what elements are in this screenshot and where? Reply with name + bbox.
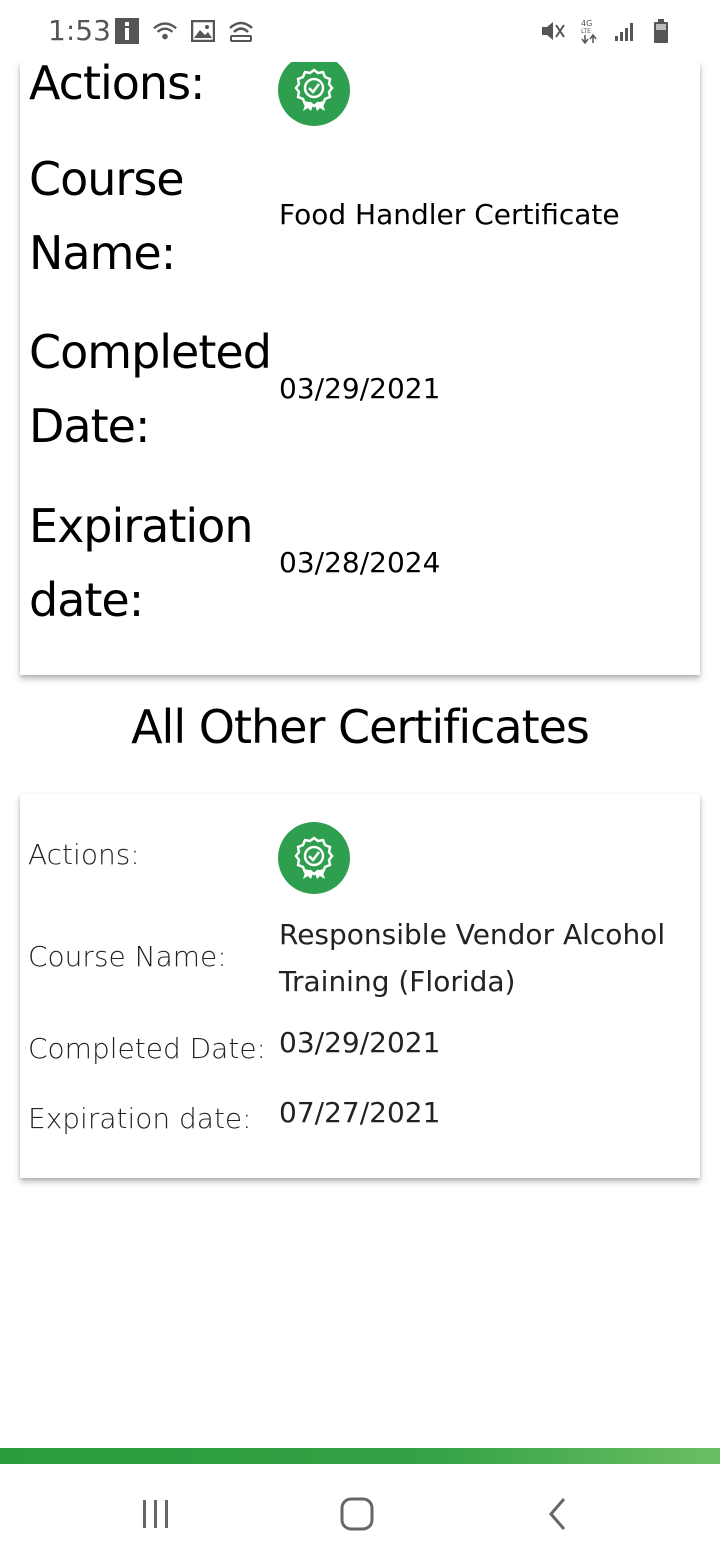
expiration-date-value: 03/28/2024: [279, 546, 441, 579]
home-icon: [340, 1497, 374, 1531]
4g-lte-icon: 4G LTE: [576, 18, 602, 44]
course-name-label-line2: Name:: [29, 226, 176, 280]
status-bar: 1:53 4G LTE: [0, 0, 720, 62]
back-button[interactable]: [528, 1484, 588, 1544]
certificate-ribbon-icon: [294, 836, 334, 879]
status-icons-left: [114, 18, 254, 44]
course-name-value: Food Handler Certificate: [279, 198, 620, 231]
navigation-bar: [0, 1464, 720, 1560]
image-icon: [190, 18, 216, 44]
section-title: All Other Certificates: [131, 700, 590, 754]
home-button[interactable]: [327, 1484, 387, 1544]
status-icons-right: 4G LTE: [540, 18, 674, 44]
back-icon: [549, 1498, 566, 1530]
expiration-date-label-line1: Expiration: [29, 499, 253, 553]
mute-icon: [540, 18, 566, 44]
expiration-date-label-line2: date:: [29, 573, 144, 627]
svg-text:LTE: LTE: [581, 28, 591, 35]
course-name-value-line2: Training (Florida): [279, 965, 516, 998]
course-name-label: Course Name:: [29, 142, 279, 290]
completed-date-value: 03/29/2021: [279, 1026, 441, 1059]
expiration-date-value: 07/27/2021: [279, 1096, 441, 1129]
battery-icon: [648, 18, 674, 44]
svg-text:4G: 4G: [581, 19, 592, 28]
hotspot-icon: [228, 18, 254, 44]
certificate-ribbon-icon: [294, 68, 334, 111]
certificate-badge-button[interactable]: [278, 54, 350, 126]
info-icon: [114, 18, 140, 44]
wifi-calling-icon: [152, 18, 178, 44]
signal-icon: [612, 18, 638, 44]
actions-label: Actions:: [28, 838, 140, 871]
certificate-badge-button[interactable]: [278, 822, 350, 894]
completed-date-value: 03/29/2021: [279, 372, 441, 405]
course-name-value: Responsible Vendor Alcohol Training (Flo…: [279, 911, 689, 1005]
other-certificate-card: Actions: Course Name: Responsible Vendor…: [20, 794, 700, 1178]
green-accent-bar: [0, 1448, 720, 1464]
expiration-date-label: Expiration date:: [29, 489, 279, 637]
recent-apps-icon: [143, 1500, 168, 1528]
recent-apps-button[interactable]: [126, 1484, 186, 1544]
course-name-label: Course Name:: [28, 940, 227, 973]
course-name-label-line1: Course: [29, 152, 185, 206]
course-name-value-line1: Responsible Vendor Alcohol: [279, 918, 666, 951]
completed-date-label-line1: Completed: [29, 325, 272, 379]
completed-date-label-line2: Date:: [29, 399, 150, 453]
status-time: 1:53: [48, 14, 111, 47]
completed-date-label: Completed Date:: [28, 1032, 266, 1065]
expiration-date-label: Expiration date:: [28, 1102, 252, 1135]
primary-certificate-card: Actions: Course Name: Food Handler Certi…: [20, 54, 700, 675]
completed-date-label: Completed Date:: [29, 315, 279, 463]
